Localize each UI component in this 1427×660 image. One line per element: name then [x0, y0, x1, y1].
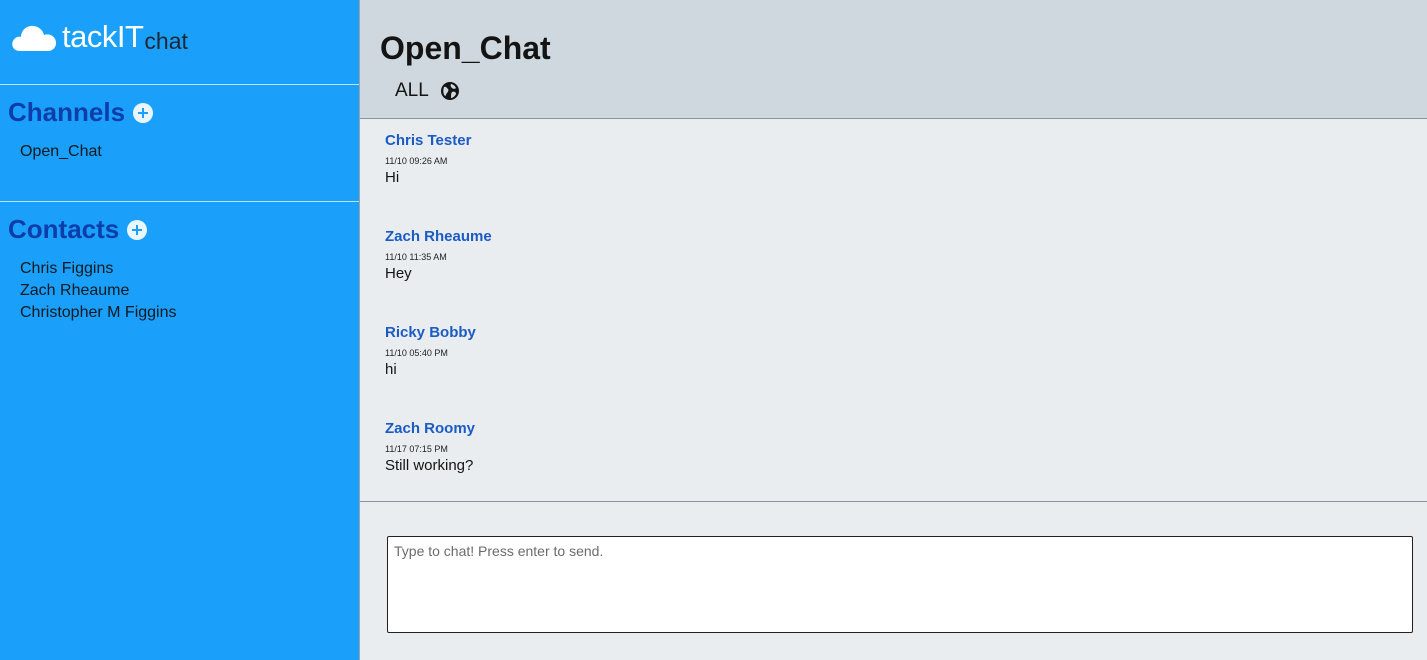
message-author[interactable]: Ricky Bobby: [385, 323, 476, 343]
contacts-header: Contacts: [8, 214, 148, 245]
add-contact-icon[interactable]: [127, 219, 148, 240]
channels-header: Channels: [8, 97, 154, 128]
globe-icon: [440, 82, 459, 100]
contact-item[interactable]: Zach Rheaume: [20, 280, 177, 302]
message-text: Hey: [385, 265, 412, 282]
logo-subtext: chat: [144, 28, 188, 54]
message: Zach Roomy 11/17 07:15 PM Still working?: [385, 419, 475, 476]
contact-item[interactable]: Christopher M Figgins: [20, 302, 177, 324]
message-timestamp: 11/10 05:40 PM: [385, 348, 448, 358]
contact-item[interactable]: Chris Figgins: [20, 258, 177, 280]
message: Zach Rheaume 11/10 11:35 AM Hey: [385, 227, 492, 284]
composer: [360, 503, 1427, 660]
contact-list: Chris Figgins Zach Rheaume Christopher M…: [20, 258, 177, 324]
message-text: Hi: [385, 169, 400, 186]
message-timestamp: 11/10 09:26 AM: [385, 156, 448, 166]
message-author[interactable]: Chris Tester: [385, 131, 471, 151]
sidebar-divider: [0, 84, 359, 85]
sidebar: tackIT chat Channels Open_Chat Contacts …: [0, 0, 360, 660]
scope-label: ALL: [395, 80, 429, 101]
cloud-icon: [12, 25, 56, 51]
app-logo[interactable]: tackIT chat: [10, 14, 188, 54]
message: Chris Tester 11/10 09:26 AM Hi: [385, 131, 471, 188]
message-text: hi: [385, 361, 397, 378]
page-title: Open_Chat: [380, 30, 551, 66]
message-author[interactable]: Zach Roomy: [385, 419, 475, 439]
contacts-title: Contacts: [8, 214, 120, 244]
chat-header: Open_Chat ALL: [360, 0, 1427, 119]
message-timestamp: 11/17 07:15 PM: [385, 444, 448, 454]
scope-indicator: ALL: [395, 80, 460, 102]
chat-input[interactable]: [387, 536, 1413, 633]
message: Ricky Bobby 11/10 05:40 PM hi: [385, 323, 476, 380]
message-list: Chris Tester 11/10 09:26 AM Hi Zach Rhea…: [360, 119, 1427, 502]
message-author[interactable]: Zach Rheaume: [385, 227, 492, 247]
channels-title: Channels: [8, 97, 126, 127]
add-channel-icon[interactable]: [133, 102, 154, 123]
channel-item-open-chat[interactable]: Open_Chat: [20, 141, 102, 163]
channel-list: Open_Chat: [20, 141, 102, 163]
logo-text: tackIT: [62, 19, 144, 54]
sidebar-divider: [0, 201, 359, 202]
message-text: Still working?: [385, 457, 474, 474]
message-timestamp: 11/10 11:35 AM: [385, 252, 447, 262]
